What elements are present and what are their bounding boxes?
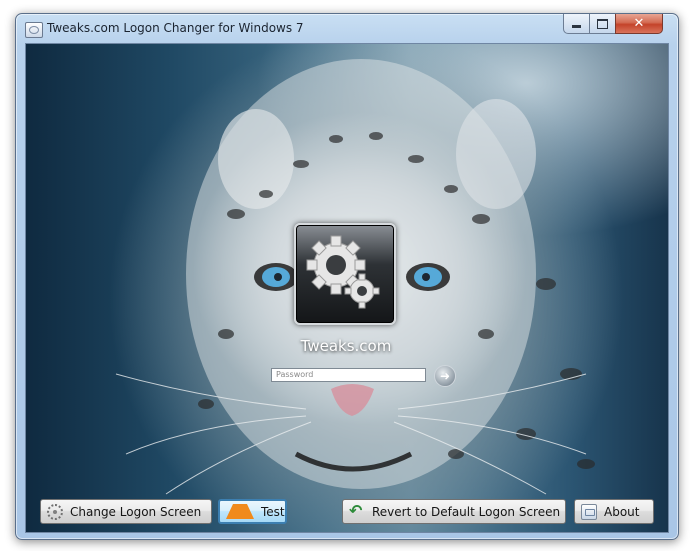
about-button[interactable]: About	[574, 499, 654, 524]
undo-arrow-icon	[349, 501, 365, 520]
arrow-right-icon: ➜	[439, 369, 451, 383]
window-info-icon	[581, 503, 597, 520]
revert-default-label: Revert to Default Logon Screen	[372, 504, 561, 519]
maximize-icon	[597, 18, 608, 29]
traffic-cone-icon	[226, 504, 254, 519]
window-title: Tweaks.com Logon Changer for Windows 7	[47, 21, 304, 35]
change-logon-screen-label: Change Logon Screen	[70, 504, 202, 519]
gears-icon	[306, 235, 380, 309]
title-bar[interactable]: Tweaks.com Logon Changer for Windows 7 ✕	[16, 14, 678, 44]
revert-default-button[interactable]: Revert to Default Logon Screen	[342, 499, 566, 524]
test-button[interactable]: Test	[218, 499, 287, 524]
maximize-button[interactable]	[589, 14, 616, 34]
gear-icon	[47, 503, 63, 520]
logon-screen-preview: Tweaks.com ➜ Change Logon Screen Test Re…	[25, 43, 669, 533]
close-button[interactable]: ✕	[615, 14, 663, 34]
minimize-icon	[572, 25, 581, 28]
app-icon[interactable]	[25, 22, 43, 38]
test-label: Test	[261, 504, 285, 519]
password-field[interactable]	[271, 368, 426, 382]
user-tile	[294, 223, 396, 325]
app-window: Tweaks.com Logon Changer for Windows 7 ✕	[15, 13, 679, 540]
user-name: Tweaks.com	[300, 337, 392, 355]
submit-arrow-button[interactable]: ➜	[434, 365, 456, 387]
about-label: About	[604, 504, 640, 519]
minimize-button[interactable]	[563, 14, 590, 34]
change-logon-screen-button[interactable]: Change Logon Screen	[40, 499, 212, 524]
close-icon: ✕	[633, 16, 645, 31]
